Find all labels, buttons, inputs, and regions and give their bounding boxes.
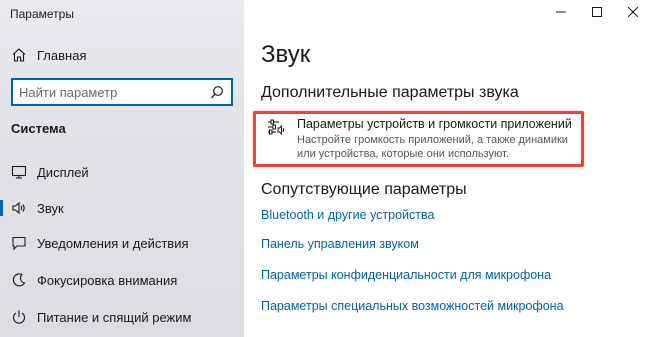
maximize-icon (592, 7, 602, 17)
close-icon (628, 7, 638, 17)
settings-window: Параметры Главная Система (0, 0, 651, 337)
titlebar-controls (543, 0, 651, 26)
sidebar-item-label: Звук (37, 200, 64, 216)
focus-assist-icon (11, 272, 27, 288)
sidebar-item-label: Главная (37, 47, 87, 63)
setting-item-title: Параметры устройств и громкости приложен… (297, 117, 572, 131)
related-settings-heading: Сопутствующие параметры (261, 181, 467, 198)
close-button[interactable] (615, 0, 651, 24)
maximize-button[interactable] (579, 0, 615, 24)
sidebar-item-label: Дисплей (37, 164, 89, 180)
home-icon (11, 47, 27, 63)
link-bluetooth-devices[interactable]: Bluetooth и другие устройства (261, 208, 434, 222)
link-microphone-privacy[interactable]: Параметры конфиденциальности для микрофо… (261, 268, 551, 282)
section-heading: Система (11, 121, 66, 136)
page-title: Звук (261, 41, 311, 68)
sliders-icon (267, 119, 287, 137)
notifications-icon (11, 235, 27, 251)
active-indicator (0, 200, 3, 216)
sidebar-item-label: Фокусировка внимания (37, 272, 178, 288)
link-sound-control-panel[interactable]: Панель управления звуком (261, 237, 419, 251)
power-icon (11, 309, 27, 325)
sidebar-item-label: Уведомления и действия (37, 235, 189, 251)
sidebar-item-display[interactable]: Дисплей (0, 157, 244, 187)
search-box (11, 78, 233, 106)
advanced-sound-heading: Дополнительные параметры звука (261, 84, 519, 101)
sidebar-item-notifications[interactable]: Уведомления и действия (0, 228, 244, 258)
sidebar: Параметры Главная Система (0, 0, 244, 337)
minimize-button[interactable] (543, 0, 579, 24)
app-volume-device-preferences[interactable]: Параметры устройств и громкости приложен… (263, 115, 581, 163)
display-icon (11, 164, 27, 180)
speaker-icon (11, 200, 27, 216)
sidebar-item-power[interactable]: Питание и спящий режим (0, 302, 244, 332)
window-title: Параметры (10, 7, 74, 21)
search-input[interactable] (13, 84, 198, 100)
sidebar-item-home[interactable]: Главная (0, 40, 244, 70)
setting-item-description: Настройте громкость приложений, а также … (297, 134, 568, 160)
minimize-icon (556, 11, 566, 13)
link-microphone-accessibility[interactable]: Параметры специальных возможностей микро… (261, 299, 564, 313)
search-icon[interactable] (210, 85, 224, 99)
sidebar-item-focus-assist[interactable]: Фокусировка внимания (0, 265, 244, 295)
sidebar-item-sound[interactable]: Звук (0, 193, 244, 223)
sidebar-item-label: Питание и спящий режим (37, 309, 192, 325)
